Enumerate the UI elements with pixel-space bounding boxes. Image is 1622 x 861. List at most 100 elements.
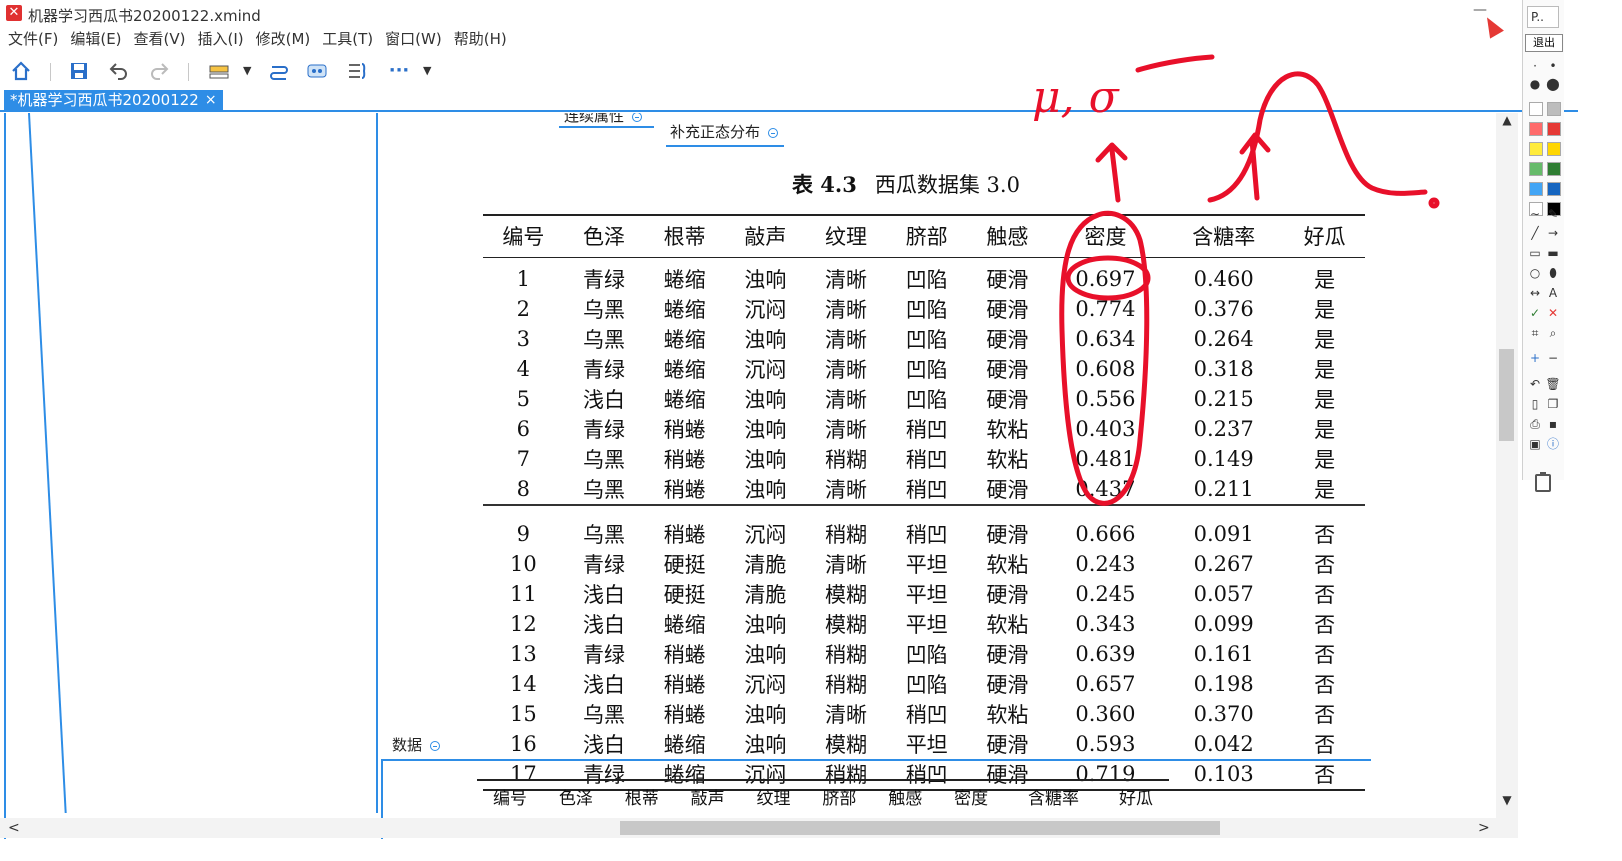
table-cell: 浊响 [744, 387, 787, 412]
more-icon[interactable]: ··· [388, 60, 410, 82]
trash-icon[interactable]: 🗑 [1545, 376, 1561, 392]
topic-icon[interactable] [208, 60, 230, 82]
cross-icon[interactable]: ✕ [1545, 305, 1561, 321]
menu-window[interactable]: 窗口(W) [385, 27, 442, 51]
scroll-up-chevron-icon[interactable]: ▲ [1496, 113, 1518, 127]
summary-icon[interactable] [346, 60, 368, 82]
table-cell: 否 [1314, 672, 1336, 697]
save-icon[interactable] [68, 60, 90, 82]
table-cell: 否 [1314, 582, 1336, 607]
topic-continuous-attribute[interactable]: 连续属性 [564, 113, 643, 126]
col-header: 触感 [872, 779, 939, 812]
check-icon[interactable]: ✓ [1527, 305, 1543, 321]
crop-icon[interactable]: ⌗ [1527, 325, 1543, 341]
menu-view[interactable]: 查看(V) [134, 27, 186, 51]
zoom-icon[interactable]: ⌕ [1545, 325, 1561, 341]
close-icon[interactable]: × [205, 90, 217, 110]
color-swatch[interactable] [1547, 162, 1561, 176]
color-swatch[interactable] [1547, 122, 1561, 136]
menu-modify[interactable]: 修改(M) [256, 27, 311, 51]
table-cell: 0.198 [1193, 671, 1254, 696]
vertical-scrollbar[interactable]: ▲ ▼ [1496, 113, 1518, 818]
table-cell: 否 [1284, 503, 1365, 549]
redo-icon[interactable] [148, 60, 170, 82]
topic-data[interactable]: 数据 [392, 734, 441, 755]
table-cell: 乌黑 [583, 702, 625, 727]
table-row: 5 浅白 蜷缩 浊响 清晰 凹陷 硬滑 0.556 0.215 是 [483, 384, 1365, 414]
print-icon[interactable]: ⎙ [1527, 416, 1543, 432]
table-cell: 清晰 [825, 417, 868, 442]
table-row: 14 浅白 稍蜷 沉闷 稍糊 凹陷 硬滑 0.657 0.198 否 [483, 669, 1365, 699]
table-cell: 硬滑 [986, 267, 1029, 292]
minus-icon[interactable]: − [1545, 350, 1561, 366]
dot-small-icon[interactable]: · [1527, 58, 1543, 74]
new-page-icon[interactable]: ▯ [1527, 396, 1543, 412]
marker-icon[interactable]: ✎ [1545, 206, 1561, 222]
color-swatch[interactable] [1529, 142, 1543, 156]
home-icon[interactable] [10, 60, 32, 82]
text-tool-icon[interactable]: A [1545, 285, 1561, 301]
color-swatch[interactable] [1547, 102, 1561, 116]
menu-file[interactable]: 文件(F) [8, 27, 58, 51]
tab-document[interactable]: *机器学习西瓜书20200122 × [4, 90, 223, 110]
table-cell: 稍蜷 [663, 672, 706, 697]
scroll-right-chevron-icon[interactable]: > [1478, 818, 1490, 838]
copy-icon[interactable]: ❐ [1545, 396, 1561, 412]
line-icon[interactable]: ╱ [1527, 225, 1543, 241]
color-swatch[interactable] [1529, 182, 1543, 196]
freehand-icon[interactable]: ∼ [1527, 206, 1543, 222]
dot-xlarge-icon[interactable]: ⬤ [1545, 76, 1561, 92]
color-swatch[interactable] [1547, 182, 1561, 196]
table-cell: 否 [1314, 702, 1336, 727]
scroll-down-chevron-icon[interactable]: ▼ [1496, 793, 1518, 807]
color-swatch[interactable] [1547, 142, 1561, 156]
table-caption: 表 4.3 西瓜数据集 3.0 [792, 169, 1020, 199]
menu-edit[interactable]: 编辑(E) [70, 27, 121, 51]
collapse-icon[interactable] [632, 113, 643, 122]
relationship-icon[interactable] [268, 60, 290, 82]
more-dropdown-chevron-down-icon[interactable]: ▼ [423, 62, 431, 80]
filled-rectangle-icon[interactable]: ▬ [1545, 245, 1561, 261]
scroll-left-chevron-icon[interactable]: < [8, 818, 20, 838]
clipboard-icon[interactable] [1535, 472, 1551, 492]
screen-icon[interactable]: ▣ [1527, 436, 1543, 452]
plus-icon[interactable]: + [1527, 350, 1543, 366]
table-cell: 0.360 [1075, 701, 1136, 726]
rectangle-icon[interactable]: ▭ [1527, 245, 1543, 261]
collapse-icon[interactable] [430, 740, 441, 751]
ellipse-icon[interactable]: ○ [1527, 265, 1543, 281]
undo-pen-icon[interactable]: ↶ [1527, 376, 1543, 392]
menu-help[interactable]: 帮助(H) [454, 27, 507, 51]
filled-ellipse-icon[interactable]: ⬮ [1545, 265, 1561, 281]
save-pen-icon[interactable]: ▪ [1545, 416, 1561, 432]
double-arrow-icon[interactable]: ↔ [1527, 285, 1543, 301]
table-cell: 16 [509, 731, 537, 756]
info-icon[interactable]: ⓘ [1545, 436, 1561, 452]
boundary-icon[interactable] [306, 60, 328, 82]
arrow-icon[interactable]: → [1545, 225, 1561, 241]
color-swatch[interactable] [1529, 102, 1543, 116]
color-swatch[interactable] [1529, 122, 1543, 136]
table-cell: 硬滑 [986, 642, 1029, 667]
undo-icon[interactable] [108, 60, 130, 82]
table-cell: 0.211 [1193, 476, 1254, 501]
exit-button[interactable]: 退出 [1525, 34, 1563, 52]
dot-large-icon[interactable]: ● [1527, 76, 1543, 92]
scroll-thumb[interactable] [620, 821, 1220, 835]
table-cell: 0.657 [1075, 671, 1136, 696]
topic-dropdown-chevron-down-icon[interactable]: ▼ [243, 62, 251, 80]
color-swatch[interactable] [1529, 162, 1543, 176]
col-header: 密度 [938, 779, 1005, 812]
menu-insert[interactable]: 插入(I) [198, 27, 244, 51]
collapse-icon[interactable] [768, 127, 779, 138]
topic-supplement-normal[interactable]: 补充正态分布 [670, 121, 779, 142]
col-header: 好瓜 [1102, 779, 1169, 812]
horizontal-scrollbar[interactable]: < > [0, 818, 1518, 838]
palette-header[interactable]: P.. [1527, 6, 1559, 28]
scroll-thumb[interactable] [1499, 349, 1514, 441]
menu-tools[interactable]: 工具(T) [322, 27, 373, 51]
table-cell: 稍蜷 [663, 477, 706, 502]
watermelon-dataset-table: 编号 色泽 根蒂 敲声 纹理 脐部 触感 密度 含糖率 好瓜 1 青绿 蜷缩 浊响 清晰… [483, 214, 1365, 791]
dot-medium-icon[interactable]: • [1545, 58, 1561, 74]
table-cell: 0.215 [1193, 386, 1254, 411]
